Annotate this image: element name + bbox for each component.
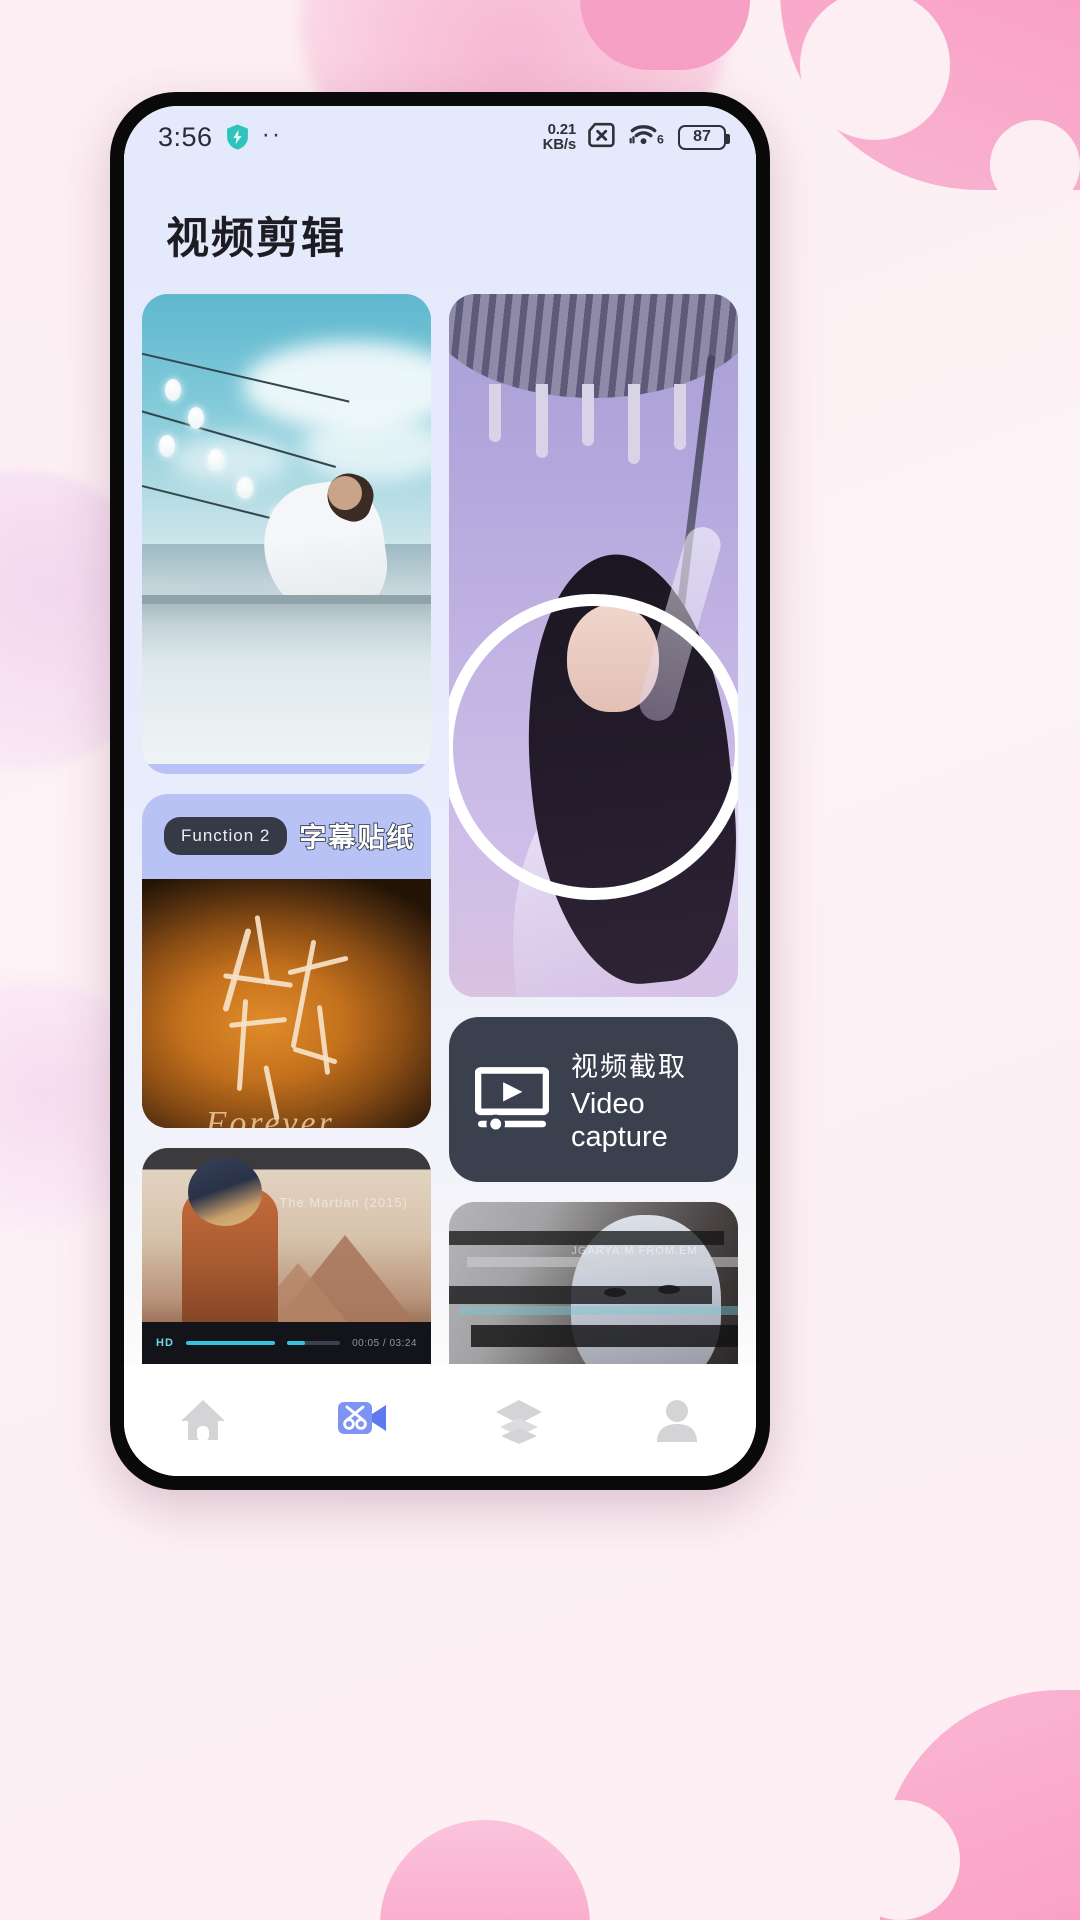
umbrella-tassel (628, 384, 641, 464)
umbrella-tassel (581, 384, 594, 446)
card-label: 字幕贴纸 (299, 823, 416, 856)
video-player-controls[interactable]: HD 00:05 / 03:24 (142, 1322, 431, 1364)
video-scissors-icon (335, 1394, 387, 1446)
status-bar: 3:56 ·· 0.21 KB/s 6 87 (124, 106, 756, 168)
subtitle-sticker-thumbnail: Forever (142, 879, 431, 1128)
function-badge: Function 2 (164, 816, 288, 855)
calligraphy-stroke (290, 939, 317, 1049)
layers-icon (493, 1394, 545, 1446)
background-ribbon (380, 1820, 590, 1920)
calligraphy-stroke (255, 915, 271, 986)
status-time: 3:56 (158, 121, 213, 152)
video-timestamp: 00:05 / 03:24 (352, 1337, 417, 1349)
network-speed-value: 0.21 (547, 121, 577, 138)
nav-item-edit[interactable] (282, 1394, 440, 1446)
background-ribbon (840, 1800, 960, 1920)
app-container: 3:56 ·· 0.21 KB/s 6 87 视频剪辑 Function 2 字… (124, 106, 756, 1476)
video-watermark: The Martian (2015) (279, 1195, 408, 1211)
card-subtitle-sticker[interactable]: Function 2 字幕贴纸 Forever (142, 794, 431, 1128)
cloud-shape (300, 416, 431, 481)
status-bar-right: 0.21 KB/s 6 87 (542, 121, 730, 153)
wifi-icon: 6 (629, 121, 667, 153)
content-column-left: Function 1 MV制作 Function 2 字幕贴纸 (142, 294, 431, 1364)
video-capture-icon (474, 1066, 550, 1133)
shield-icon (225, 123, 250, 151)
content-grid: Function 1 MV制作 Function 2 字幕贴纸 (124, 294, 756, 1364)
battery-level: 87 (693, 128, 711, 145)
cloud-shape (170, 435, 291, 483)
light-bulb (237, 477, 254, 500)
calligraphy-stroke (292, 1046, 338, 1065)
calligraphy-stroke (228, 1017, 287, 1029)
glitch-slice (449, 1286, 712, 1305)
calligraphy-stroke (316, 1005, 331, 1076)
glitch-slice (459, 1305, 738, 1315)
light-bulb (188, 406, 205, 429)
glitch-slice (471, 1325, 738, 1348)
nav-item-layers[interactable] (440, 1394, 598, 1446)
person-icon (651, 1394, 703, 1446)
status-more-dots: ·· (261, 120, 283, 148)
hd-badge: HD (156, 1337, 174, 1349)
card-mars-preview[interactable]: The Martian (2015) HD 00:05 / 03:24 (142, 1147, 431, 1364)
forever-script-text: Forever (205, 1105, 335, 1128)
background-ribbon (990, 120, 1080, 210)
video-capture-title-en: Video capture (571, 1088, 668, 1154)
nav-item-home[interactable] (124, 1394, 282, 1446)
astronaut-helmet (188, 1158, 263, 1227)
video-capture-text: 视频截取 Video capture (571, 1045, 712, 1154)
card-video-capture[interactable]: 视频截取 Video capture (449, 1017, 738, 1183)
calligraphy-stroke (286, 955, 349, 976)
umbrella-tassel (489, 384, 502, 442)
phone-screen: 3:56 ·· 0.21 KB/s 6 87 视频剪辑 Function 2 字… (124, 106, 756, 1476)
subtitle-sticker-label-row: Function 2 字幕贴纸 (142, 794, 431, 879)
bottom-navigation (124, 1364, 756, 1476)
video-filter-thumbnail (449, 294, 738, 998)
rooftop-deck (142, 594, 431, 764)
person-head (327, 476, 362, 511)
status-bar-left: 3:56 ·· (158, 122, 282, 153)
mv-production-label-row: Function 1 MV制作 (142, 764, 431, 774)
network-speed: 0.21 KB/s (542, 121, 577, 153)
battery-indicator: 87 (678, 124, 730, 150)
video-watermark: JGARYA.M FROM.EM (571, 1245, 698, 1258)
svg-text:6: 6 (657, 132, 664, 146)
glitch-slice (449, 1231, 724, 1246)
phone-frame: 3:56 ·· 0.21 KB/s 6 87 视频剪辑 Function 2 字… (110, 92, 770, 1490)
card-mv-production[interactable]: Function 1 MV制作 (142, 294, 431, 775)
sim-card-disabled-icon (587, 122, 618, 153)
home-icon (177, 1394, 229, 1446)
volume-slider[interactable] (185, 1341, 275, 1345)
progress-slider[interactable] (286, 1341, 341, 1345)
mv-production-thumbnail (142, 294, 431, 764)
deck-rail (142, 595, 431, 605)
page-title: 视频剪辑 (166, 214, 346, 264)
glitch-slice (467, 1257, 738, 1268)
umbrella-canopy (449, 294, 738, 398)
nav-item-profile[interactable] (598, 1394, 756, 1446)
circular-highlight-ring (449, 594, 738, 900)
calligraphy-stroke (237, 999, 249, 1092)
card-video-filter[interactable]: Function 3 视频滤镜 (449, 294, 738, 998)
content-column-right: Function 3 视频滤镜 视频截取 Video capture (449, 294, 738, 1364)
network-speed-unit: KB/s (542, 136, 577, 153)
card-glitch-preview[interactable]: JGARYA.M FROM.EM (449, 1202, 738, 1364)
umbrella-tassel (535, 384, 548, 458)
light-bulb (165, 378, 182, 401)
page-header: 视频剪辑 (124, 168, 756, 294)
video-capture-title-cn: 视频截取 (571, 1052, 687, 1084)
umbrella-tassel (674, 384, 687, 450)
